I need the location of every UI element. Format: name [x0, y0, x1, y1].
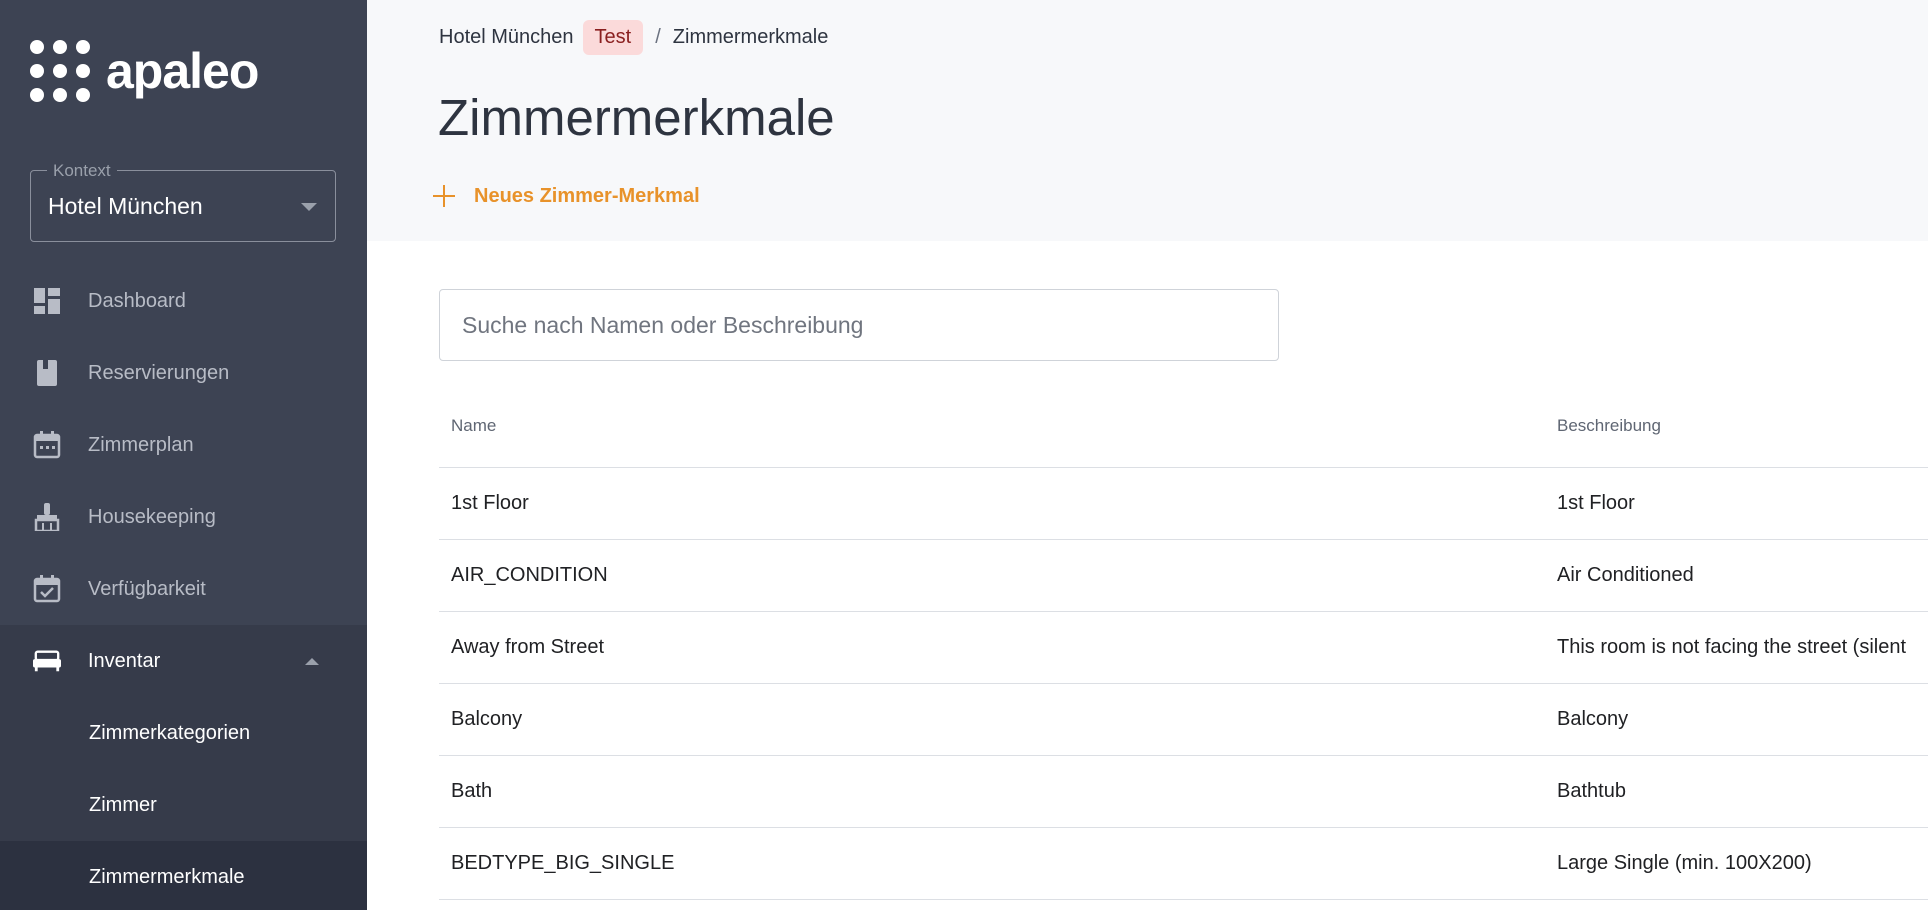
context-value: Hotel München [48, 193, 203, 219]
cell-name: Away from Street [451, 636, 605, 658]
cell-description: Bathtub [1557, 780, 1626, 802]
sidebar-nav: Dashboard Reservierungen Zimmerplan Hous… [0, 265, 367, 910]
cell-name: 1st Floor [451, 492, 529, 514]
sidebar-item-dashboard[interactable]: Dashboard [0, 265, 367, 337]
cell-description: Air Conditioned [1557, 564, 1694, 586]
sidebar-item-label: Verfügbarkeit [88, 577, 206, 600]
column-header-description[interactable]: Beschreibung [1557, 416, 1661, 436]
bed-icon [33, 647, 61, 675]
sidebar-subitem-zimmerkategorien[interactable]: Zimmerkategorien [0, 697, 367, 769]
context-label: Kontext [47, 161, 117, 181]
sidebar-subitem-zimmer[interactable]: Zimmer [0, 769, 367, 841]
sidebar-item-label: Dashboard [88, 289, 186, 312]
table-row[interactable]: Balcony Balcony [439, 684, 1928, 756]
calendar-check-icon [33, 575, 61, 603]
cell-name: AIR_CONDITION [451, 564, 608, 586]
sidebar-subitem-label: Zimmerkategorien [89, 721, 251, 744]
environment-badge: Test [582, 19, 644, 55]
plus-icon [433, 185, 455, 207]
cell-name: Bath [451, 780, 493, 802]
book-icon [33, 359, 61, 387]
apaleo-logo-icon [30, 40, 90, 102]
breadcrumb-current: Zimmermerkmale [672, 25, 829, 48]
new-room-attribute-button[interactable]: Neues Zimmer-Merkmal [433, 178, 700, 214]
sidebar-item-label: Zimmerplan [88, 433, 194, 456]
context-selector[interactable]: Kontext Hotel München [30, 161, 336, 242]
cell-description: 1st Floor [1557, 492, 1635, 514]
apaleo-logo[interactable]: apaleo [30, 40, 259, 102]
sidebar-subitem-zimmermerkmale[interactable]: Zimmermerkmale [0, 841, 367, 910]
sidebar-item-inventar[interactable]: Inventar [0, 625, 367, 697]
column-header-name[interactable]: Name [451, 416, 496, 436]
sidebar-item-label: Inventar [88, 649, 161, 672]
sidebar-subitem-label: Zimmer [89, 793, 157, 816]
page-header: Hotel München Test / Zimmermerkmale Zimm… [367, 0, 1928, 241]
table-row[interactable]: Away from Street This room is not facing… [439, 612, 1928, 684]
page-title: Zimmermerkmale [438, 89, 835, 146]
chevron-down-icon [301, 203, 317, 211]
sidebar-item-verfuegbarkeit[interactable]: Verfügbarkeit [0, 553, 367, 625]
sidebar: apaleo Kontext Hotel München Dashboard R… [0, 0, 367, 910]
new-room-attribute-label: Neues Zimmer-Merkmal [474, 184, 700, 207]
sidebar-item-label: Housekeeping [88, 505, 216, 528]
sidebar-item-zimmerplan[interactable]: Zimmerplan [0, 409, 367, 481]
breadcrumb-property[interactable]: Hotel München [439, 26, 574, 49]
logo-text: apaleo [106, 43, 259, 99]
sidebar-item-label: Reservierungen [88, 361, 230, 384]
sidebar-subitem-label: Zimmermerkmale [89, 865, 245, 888]
chevron-up-icon [305, 657, 319, 665]
cell-name: Balcony [451, 708, 523, 730]
table-header: Name Beschreibung [439, 388, 1928, 468]
search-input[interactable] [439, 289, 1279, 361]
breadcrumb-separator: / [655, 25, 661, 48]
room-attributes-table: Name Beschreibung 1st Floor 1st Floor AI… [439, 388, 1928, 900]
calendar-icon [33, 431, 61, 459]
breadcrumb: Hotel München Test / Zimmermerkmale [439, 18, 828, 56]
sidebar-item-reservierungen[interactable]: Reservierungen [0, 337, 367, 409]
sidebar-item-housekeeping[interactable]: Housekeeping [0, 481, 367, 553]
table-row[interactable]: AIR_CONDITION Air Conditioned [439, 540, 1928, 612]
cell-description: This room is not facing the street (sile… [1557, 636, 1907, 658]
broom-icon [33, 503, 61, 531]
table-row[interactable]: Bath Bathtub [439, 756, 1928, 828]
cell-name: BEDTYPE_BIG_SINGLE [451, 852, 675, 874]
cell-description: Balcony [1557, 708, 1629, 730]
dashboard-icon [33, 287, 61, 315]
table-row[interactable]: BEDTYPE_BIG_SINGLE Large Single (min. 10… [439, 828, 1928, 900]
cell-description: Large Single (min. 100X200) [1557, 852, 1812, 874]
table-row[interactable]: 1st Floor 1st Floor [439, 468, 1928, 540]
